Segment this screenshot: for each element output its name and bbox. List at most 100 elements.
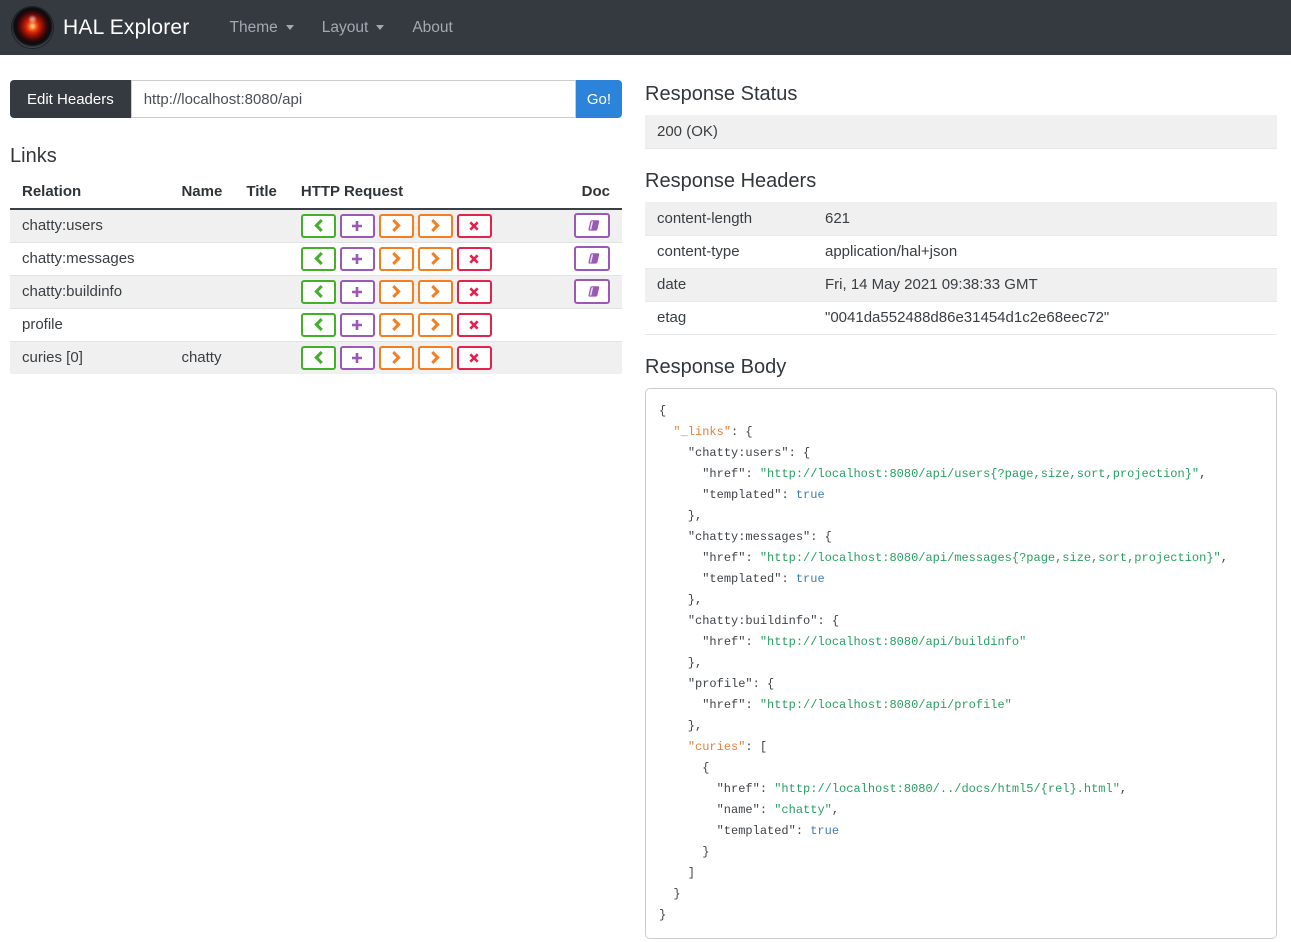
chevron-right-icon	[392, 219, 401, 233]
x-icon	[469, 253, 480, 264]
header-name: content-length	[645, 202, 813, 236]
explorer-panel: Edit Headers Go! Links Relation Name Tit…	[10, 80, 622, 374]
doc-cell	[560, 241, 622, 275]
patch-request-button[interactable]	[417, 279, 453, 304]
table-row: content-type application/hal+json	[645, 235, 1277, 269]
delete-request-button[interactable]	[456, 279, 492, 304]
response-headers-table: content-length 621 content-type applicat…	[645, 202, 1277, 335]
patch-request-button[interactable]	[417, 345, 453, 370]
put-request-button[interactable]	[378, 279, 414, 304]
post-request-button[interactable]	[339, 312, 375, 337]
chevron-right-icon	[431, 351, 440, 365]
doc-cell	[560, 307, 622, 341]
patch-request-button[interactable]	[417, 213, 453, 238]
navbar: HAL Explorer Theme Layout About	[0, 0, 1291, 55]
link-row: profile	[10, 307, 622, 341]
header-name: content-type	[645, 235, 813, 269]
post-request-button[interactable]	[339, 213, 375, 238]
link-title	[234, 241, 289, 275]
chevron-right-icon	[392, 351, 401, 365]
put-request-button[interactable]	[378, 345, 414, 370]
link-row: chatty:messages	[10, 241, 622, 275]
patch-request-button[interactable]	[417, 246, 453, 271]
link-name	[169, 307, 235, 341]
caret-down-icon	[285, 25, 294, 30]
post-request-button[interactable]	[339, 279, 375, 304]
chevron-left-icon	[314, 252, 323, 265]
get-request-button[interactable]	[300, 279, 336, 304]
chevron-right-icon	[431, 219, 440, 233]
api-url-input[interactable]	[130, 80, 576, 118]
link-title	[234, 209, 289, 242]
get-request-button[interactable]	[300, 246, 336, 271]
patch-request-button[interactable]	[417, 312, 453, 337]
doc-button[interactable]	[574, 279, 610, 304]
plus-icon	[352, 319, 363, 330]
response-body-heading: Response Body	[645, 355, 787, 378]
x-icon	[469, 286, 480, 297]
chevron-right-icon	[431, 285, 440, 298]
column-header-relation: Relation	[10, 176, 170, 210]
link-relation: chatty:messages	[10, 241, 170, 275]
nav-theme-dropdown[interactable]: Theme	[216, 0, 308, 55]
link-title	[234, 307, 289, 341]
response-headers-heading: Response Headers	[645, 170, 817, 192]
link-relation: profile	[10, 307, 170, 341]
delete-request-button[interactable]	[456, 345, 492, 370]
post-request-button[interactable]	[339, 345, 375, 370]
x-icon	[469, 221, 480, 231]
get-request-button[interactable]	[300, 312, 336, 337]
put-request-button[interactable]	[378, 246, 414, 271]
doc-button[interactable]	[574, 213, 610, 239]
response-body-box: { "_links": { "chatty:users": { "href": …	[645, 387, 1277, 939]
chevron-left-icon	[314, 318, 323, 331]
edit-headers-button[interactable]: Edit Headers	[10, 80, 131, 118]
http-request-buttons	[289, 209, 560, 242]
delete-request-button[interactable]	[456, 246, 492, 271]
delete-request-button[interactable]	[456, 312, 492, 337]
chevron-right-icon	[431, 252, 440, 265]
chevron-right-icon	[392, 252, 401, 265]
header-name: etag	[645, 301, 813, 335]
get-request-button[interactable]	[300, 345, 336, 370]
link-relation: chatty:buildinfo	[10, 274, 170, 308]
chevron-left-icon	[314, 285, 323, 298]
link-relation: curies [0]	[10, 340, 170, 374]
post-request-button[interactable]	[339, 246, 375, 271]
http-request-buttons	[288, 274, 561, 308]
http-request-buttons	[288, 340, 561, 374]
header-value: 621	[813, 202, 1277, 236]
x-icon	[469, 353, 480, 363]
url-bar: Edit Headers Go!	[10, 80, 622, 118]
link-row: curies [0] chatty	[10, 340, 622, 374]
response-status-value: 200 (OK)	[645, 115, 1277, 149]
delete-request-button[interactable]	[456, 213, 492, 238]
get-request-button[interactable]	[300, 213, 336, 238]
book-icon	[587, 286, 599, 297]
book-icon	[587, 220, 599, 231]
put-request-button[interactable]	[378, 312, 414, 337]
table-row: content-length 621	[645, 202, 1277, 236]
table-row: etag "0041da552488d86e31454d1c2e68eec72"	[645, 301, 1277, 335]
plus-icon	[352, 220, 363, 231]
doc-button[interactable]	[574, 246, 610, 271]
links-heading: Links	[10, 145, 57, 167]
app-title: HAL Explorer	[63, 15, 190, 39]
chevron-left-icon	[314, 351, 323, 365]
header-value: Fri, 14 May 2021 09:38:33 GMT	[813, 268, 1277, 302]
nav-about-link[interactable]: About	[398, 0, 467, 55]
plus-icon	[352, 352, 363, 363]
put-request-button[interactable]	[378, 213, 414, 238]
link-title	[234, 274, 289, 308]
plus-icon	[352, 286, 363, 297]
response-body-json: { "_links": { "chatty:users": { "href": …	[659, 403, 1228, 922]
column-header-name: Name	[169, 176, 235, 210]
http-request-buttons	[288, 307, 561, 341]
nav-layout-dropdown[interactable]: Layout	[308, 0, 399, 55]
go-button[interactable]: Go!	[575, 80, 622, 118]
header-name: date	[645, 268, 813, 302]
doc-cell	[560, 340, 622, 374]
x-icon	[469, 319, 480, 330]
doc-cell	[560, 209, 622, 242]
link-name	[169, 274, 235, 308]
